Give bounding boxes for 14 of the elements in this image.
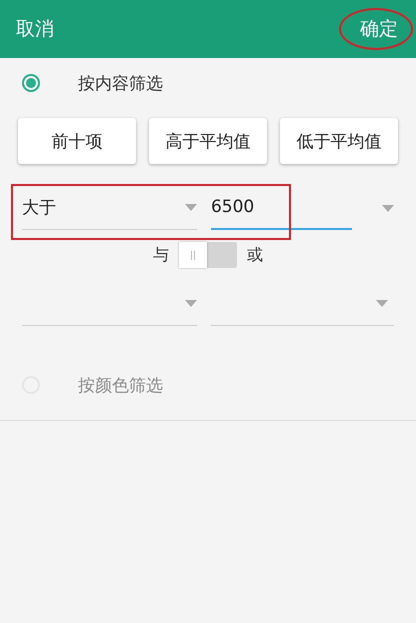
or-label: 或 [247, 244, 263, 266]
caret-icon [382, 204, 394, 212]
radio-button[interactable] [22, 74, 40, 92]
filter-button[interactable]: 前十项 [18, 118, 136, 164]
radio-label[interactable]: 按内容筛选 [78, 72, 163, 94]
caret-icon [184, 204, 197, 211]
logic-switch[interactable] [179, 242, 237, 268]
caret-icon [376, 300, 388, 307]
caret-icon [185, 300, 198, 307]
and-label: 与 [153, 244, 169, 266]
filter-button[interactable]: 高于平均值 [149, 118, 267, 164]
operator-dropdown[interactable]: 大于 [22, 186, 197, 230]
value-field[interactable]: 6500 [210, 186, 352, 230]
filter-button[interactable]: 低于平均值 [280, 118, 398, 164]
